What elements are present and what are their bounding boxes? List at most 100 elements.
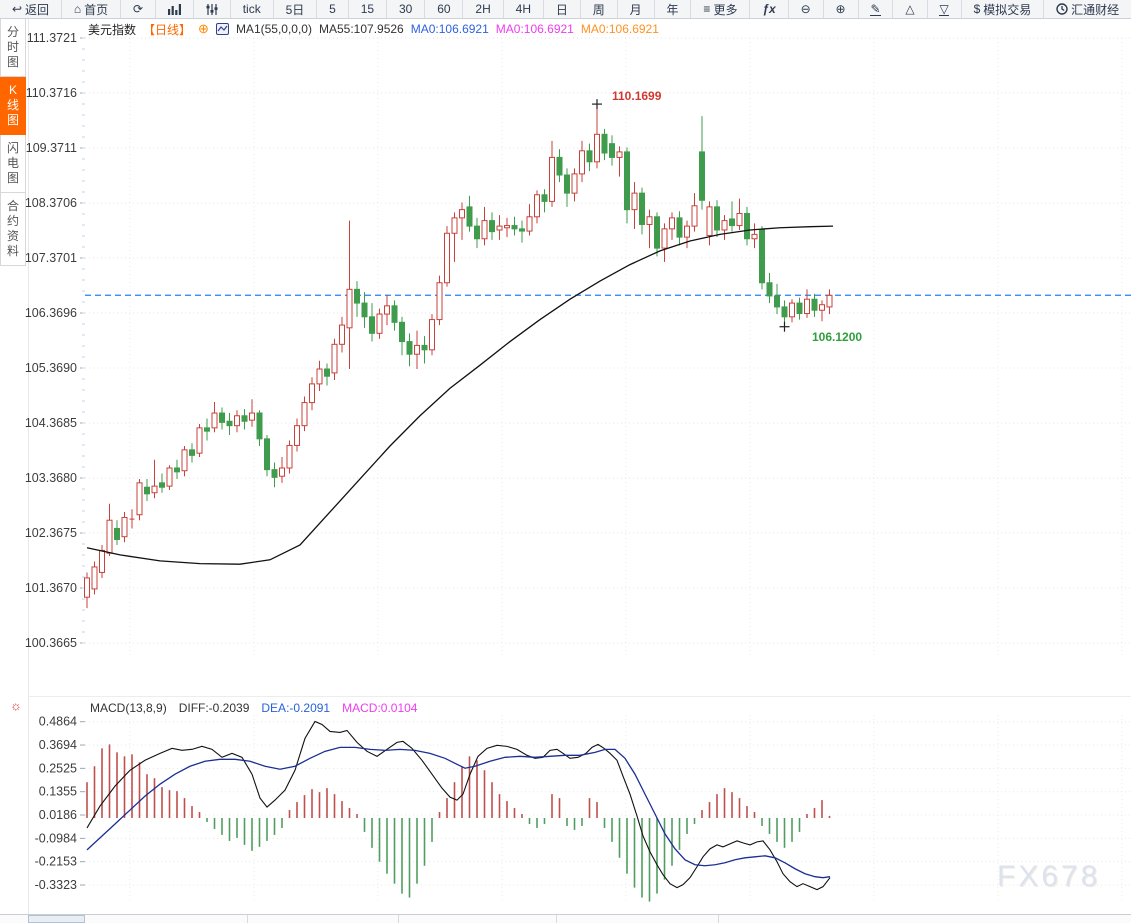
zoom-out-icon: ⊖ [800, 2, 811, 16]
zoom-in-icon: ⊕ [835, 2, 846, 16]
chart-type-sidebar: 分时图K线图闪电图合约资料 [0, 19, 26, 266]
scrollbar-divider [718, 915, 719, 923]
macd-name-label: MACD(13,8,9) [90, 700, 167, 715]
svg-text:107.3701: 107.3701 [25, 251, 77, 265]
ma-setting-label: MA1(55,0,0,0) [235, 22, 312, 36]
toolbar-item-refresh[interactable]: ⟳ [121, 0, 157, 18]
svg-text:103.3680: 103.3680 [25, 471, 77, 485]
toolbar-item-label: 年 [666, 2, 679, 17]
sidebar-tab-kline[interactable]: K线图 [0, 77, 26, 135]
triangle-up-icon: △ [905, 2, 915, 16]
toolbar-item-label: 15 [360, 2, 375, 16]
svg-text:106.3696: 106.3696 [25, 306, 77, 320]
low-price-annotation: 106.1200 [812, 330, 863, 344]
svg-text:101.3670: 101.3670 [25, 581, 77, 595]
toolbar-item-triangle-down[interactable]: ▽ [928, 0, 962, 18]
toolbar-item-period-5d[interactable]: 5日 [274, 0, 318, 18]
svg-text:0.3694: 0.3694 [39, 738, 77, 752]
back-arrow-icon: ↩ [11, 2, 22, 16]
ma0-blue-value: MA0:106.6921 [410, 22, 489, 36]
toolbar-item-period-4h[interactable]: 4H [504, 0, 544, 18]
toolbar-item-more[interactable]: ≡ 更多 [691, 0, 751, 18]
add-indicator-icon[interactable]: ⊕ [198, 21, 209, 37]
fx-icon: ƒx [762, 2, 776, 16]
sliders-icon [206, 3, 218, 15]
toolbar-item-label: 30 [398, 2, 413, 16]
svg-text:-0.0984: -0.0984 [35, 831, 77, 845]
scrollbar-divider [398, 915, 399, 923]
toolbar-item-label: 首页 [84, 2, 109, 17]
toolbar-item-label: tick [242, 2, 261, 16]
macd-settings-icon[interactable]: ☼ [10, 699, 22, 712]
toolbar-item-zoom-out[interactable]: ⊖ [789, 0, 824, 18]
toolbar-item-label: 月 [629, 2, 642, 17]
toolbar-item-huitong-finance[interactable]: 汇通财经 [1044, 0, 1131, 18]
toolbar-item-indicators[interactable] [194, 0, 231, 18]
svg-text:108.3706: 108.3706 [25, 196, 77, 210]
toolbar-item-period-60[interactable]: 60 [425, 0, 464, 18]
triangle-down-line-icon: ▽ [939, 1, 949, 16]
toolbar-item-period-30[interactable]: 30 [387, 0, 426, 18]
circle-logo-icon [1056, 3, 1068, 15]
svg-text:0.2525: 0.2525 [39, 761, 77, 775]
scrollbar-divider [556, 915, 557, 923]
toolbar-item-draw[interactable]: ✎ [859, 0, 894, 18]
toolbar-item-period-2h[interactable]: 2H [463, 0, 504, 18]
toolbar-item-home[interactable]: ⌂ 首页 [62, 0, 122, 18]
bar-chart-icon [167, 3, 181, 15]
macd-diff-value: DIFF:-0.2039 [178, 700, 250, 715]
toolbar-item-label: 模拟交易 [983, 2, 1032, 17]
dollar-icon: $ [973, 2, 981, 16]
toolbar-item-back[interactable]: ↩ 返回 [0, 0, 62, 18]
svg-text:0.4864: 0.4864 [39, 715, 77, 729]
toolbar-item-label: 60 [437, 2, 451, 16]
sidebar-tab-fenshi[interactable]: 分时图 [0, 19, 26, 77]
sidebar-tab-contract[interactable]: 合约资料 [0, 193, 26, 266]
refresh-icon: ⟳ [133, 2, 144, 16]
svg-text:0.1355: 0.1355 [39, 785, 77, 799]
toolbar-item-fx-indicator[interactable]: ƒx [750, 0, 789, 18]
svg-text:102.3675: 102.3675 [25, 526, 77, 540]
toolbar-item-label: 汇通财经 [1071, 2, 1120, 17]
toolbar-item-label: 日 [555, 2, 568, 17]
trading-app-window: ↩ 返回 ⌂ 首页 ⟳ tick 5日 5 15 30 60 2H 4H 日周月年 ≡ 更多 ƒx ⊖ ⊕ ✎ △ ▽ $ 模… [0, 0, 1131, 923]
menu-icon: ≡ [703, 2, 711, 16]
svg-text:105.3690: 105.3690 [25, 361, 77, 375]
toolbar-item-label: 周 [592, 2, 605, 17]
macd-header-row: MACD(13,8,9) DIFF:-0.2039 DEA:-0.2091 MA… [90, 700, 417, 715]
toolbar-item-demo-trading[interactable]: $ 模拟交易 [962, 0, 1045, 18]
pencil-icon: ✎ [870, 1, 881, 16]
horizontal-scrollbar[interactable] [0, 914, 1131, 923]
macd-dea-value: DEA:-0.2091 [261, 700, 331, 715]
toolbar-item-label: 5 [329, 2, 336, 16]
high-price-annotation: 110.1699 [612, 89, 662, 103]
scrollbar-handle[interactable] [28, 915, 85, 923]
svg-text:100.3665: 100.3665 [25, 636, 77, 650]
scrollbar-divider [247, 915, 248, 923]
ma0-orange-value: MA0:106.6921 [580, 22, 659, 36]
ma-chart-icon[interactable] [215, 23, 229, 35]
toolbar-item-period-tick[interactable]: tick [231, 0, 274, 18]
svg-text:0.0186: 0.0186 [39, 808, 77, 822]
home-icon: ⌂ [73, 2, 82, 16]
toolbar-item-period-month[interactable]: 月 [618, 0, 655, 18]
sidebar-tab-lightning[interactable]: 闪电图 [0, 135, 26, 193]
svg-text:111.3721: 111.3721 [27, 31, 77, 45]
chart-canvas[interactable]: 111.3721 110.3716 109.3711 108.3706 107.3701… [0, 0, 1131, 923]
toolbar-item-label: 4H [515, 2, 531, 16]
toolbar-item-triangle-up[interactable]: △ [893, 0, 928, 18]
period-label: 【日线】 [143, 22, 192, 37]
toolbar-item-label: 5日 [285, 2, 305, 17]
toolbar-item-chart-style[interactable] [156, 0, 194, 18]
toolbar-item-label: 更多 [713, 2, 738, 17]
svg-text:109.3711: 109.3711 [26, 141, 77, 155]
toolbar-item-period-5[interactable]: 5 [317, 0, 349, 18]
toolbar-item-zoom-in[interactable]: ⊕ [824, 0, 859, 18]
toolbar-item-period-15[interactable]: 15 [349, 0, 388, 18]
toolbar-item-label: 2H [475, 2, 491, 16]
ma0-magenta-value: MA0:106.6921 [495, 22, 574, 36]
toolbar-item-period-week[interactable]: 周 [581, 0, 618, 18]
toolbar-item-period-day[interactable]: 日 [544, 0, 581, 18]
toolbar-item-period-year[interactable]: 年 [655, 0, 692, 18]
toolbar-item-label: 返回 [25, 2, 50, 17]
